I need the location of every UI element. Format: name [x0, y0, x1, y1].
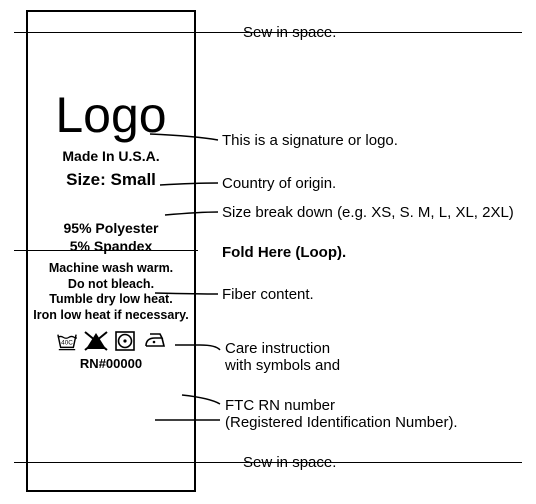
annot-rn: FTC RN number (Registered Identification… [225, 397, 458, 431]
annot-sew-bot: Sew in space. [243, 454, 336, 471]
annot-rn-l2: (Registered Identification Number). [225, 414, 458, 431]
annot-fiber: Fiber content. [222, 286, 314, 303]
annot-care-l1: Care instruction [225, 340, 340, 357]
annot-fold: Fold Here (Loop). [222, 244, 346, 261]
annot-rn-l1: FTC RN number [225, 397, 458, 414]
annot-care: Care instruction with symbols and [225, 340, 340, 374]
annot-sew-top: Sew in space. [243, 24, 336, 41]
annot-origin: Country of origin. [222, 175, 336, 192]
annot-size: Size break down (e.g. XS, S. M, L, XL, 2… [222, 204, 514, 221]
annot-care-l2: with symbols and [225, 357, 340, 374]
annot-logo: This is a signature or logo. [222, 132, 398, 149]
